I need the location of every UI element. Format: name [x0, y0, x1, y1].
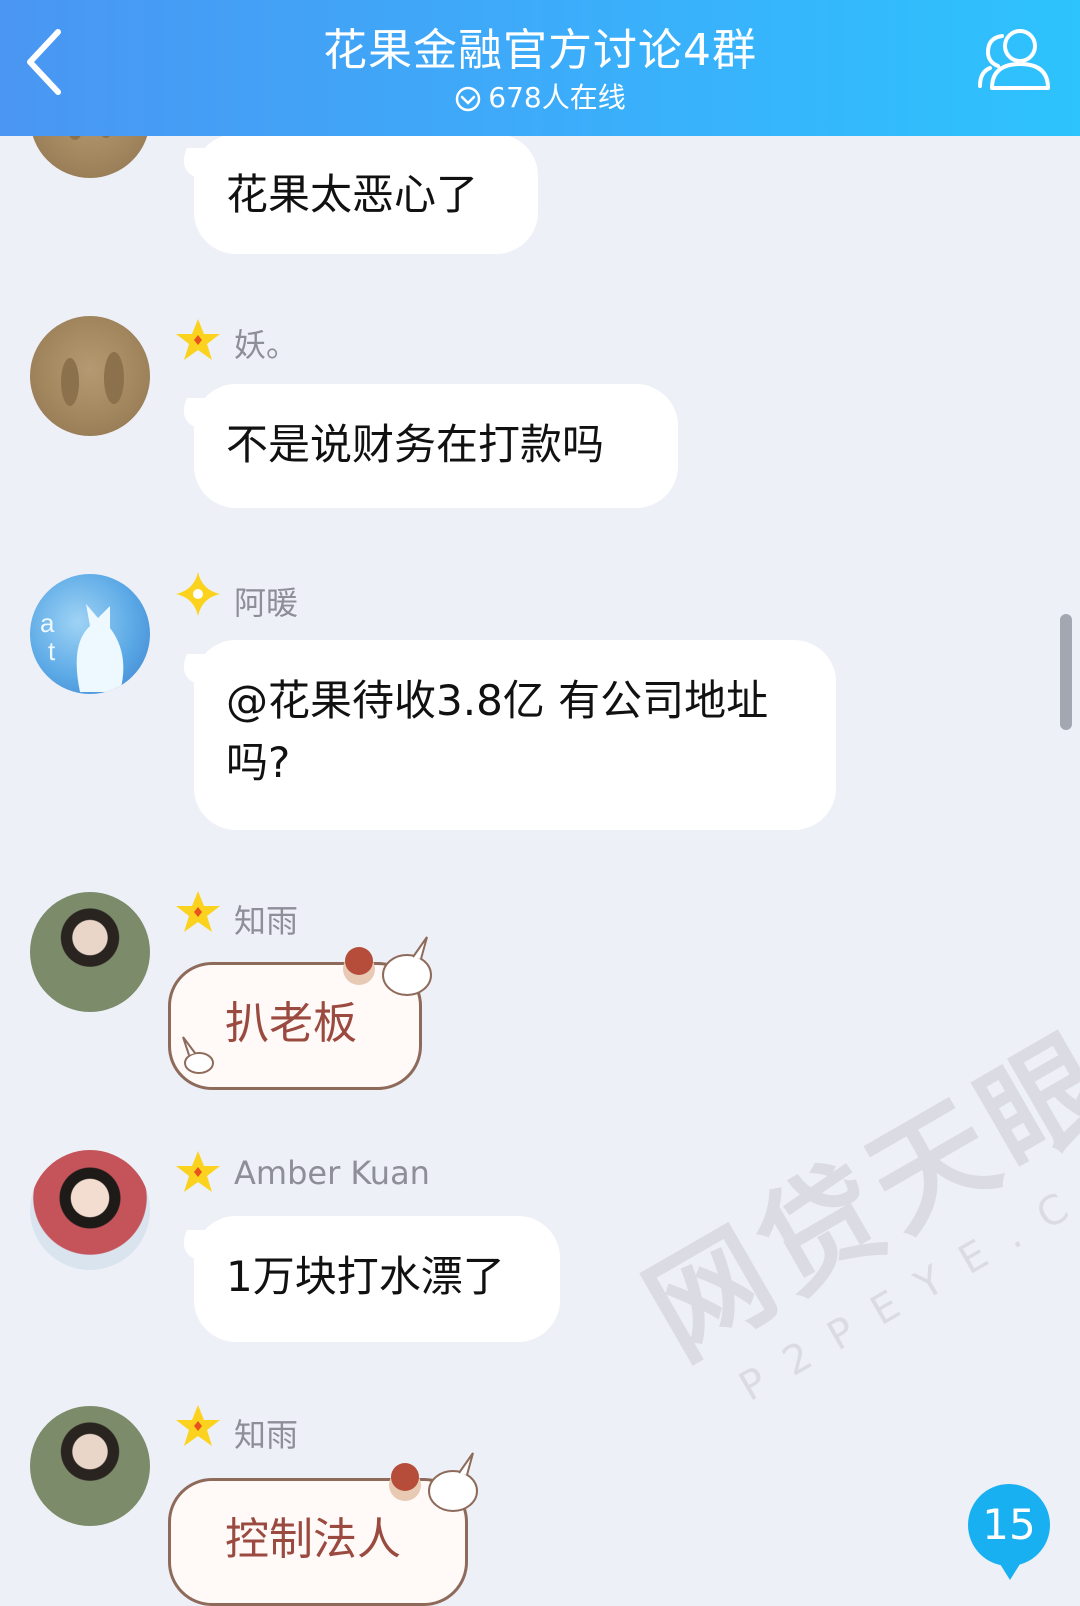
message-text: @花果待收3.8亿 有公司地址吗?: [226, 676, 769, 787]
message-text: 控制法人: [225, 1514, 401, 1565]
group-members-button[interactable]: [976, 22, 1052, 98]
bunny-doll-icon: [389, 1452, 478, 1512]
girl-avatar[interactable]: [30, 1406, 150, 1526]
gold-diamond-badge: [176, 572, 220, 616]
gold-star-badge: [176, 1405, 220, 1446]
gold-star-badge: [176, 891, 220, 932]
svg-text:t: t: [48, 636, 56, 666]
girl-hat-avatar[interactable]: [30, 1150, 150, 1270]
white-cat-avatar[interactable]: a t: [30, 574, 150, 694]
bunny-doodle-icon: [182, 1036, 214, 1074]
message-bubble[interactable]: 不是说财务在打款吗: [194, 384, 678, 508]
people-icon: [978, 29, 1050, 90]
message-text: 不是说财务在打款吗: [226, 420, 605, 469]
message-text: 扒老板: [225, 998, 357, 1049]
sender-name[interactable]: 知雨: [234, 1410, 298, 1456]
svg-text:a: a: [40, 608, 55, 638]
message-bubble[interactable]: @花果待收3.8亿 有公司地址吗?: [194, 640, 836, 830]
bunny-doll-icon: [343, 936, 432, 996]
gold-star-badge: [176, 319, 220, 360]
sticker-bubble[interactable]: 扒老板: [168, 936, 432, 1090]
online-count: 678人在线: [0, 76, 1080, 116]
group-title: 花果金融官方讨论4群: [323, 25, 757, 76]
message-feed[interactable]: 花果太恶心了 妖。 不是说财务在打款吗 a t 阿暖 @花果待收3.8亿 有公司…: [0, 0, 1080, 1606]
online-text: 678人在线: [488, 81, 626, 114]
check-circle-icon: [456, 86, 481, 112]
sender-name[interactable]: 知雨: [234, 896, 298, 942]
sender-name[interactable]: Amber Kuan: [234, 1154, 430, 1192]
message-bubble[interactable]: 1万块打水漂了: [194, 1216, 560, 1342]
scrollbar[interactable]: [1060, 614, 1072, 730]
sender-name[interactable]: 阿暖: [234, 578, 298, 624]
gold-star-badge: [176, 1151, 220, 1192]
sender-name[interactable]: 妖。: [234, 320, 298, 366]
sand-footprint-avatar[interactable]: [30, 316, 150, 436]
chat-header: 花果金融官方讨论4群 678人在线: [0, 0, 1080, 136]
girl-avatar[interactable]: [30, 892, 150, 1012]
sticker-bubble[interactable]: 控制法人: [168, 1452, 478, 1606]
unread-count-button[interactable]: 15: [968, 1484, 1050, 1580]
message-text: 1万块打水漂了: [226, 1252, 505, 1301]
message-text: 花果太恶心了: [226, 170, 479, 219]
message-bubble[interactable]: 花果太恶心了: [194, 134, 538, 254]
